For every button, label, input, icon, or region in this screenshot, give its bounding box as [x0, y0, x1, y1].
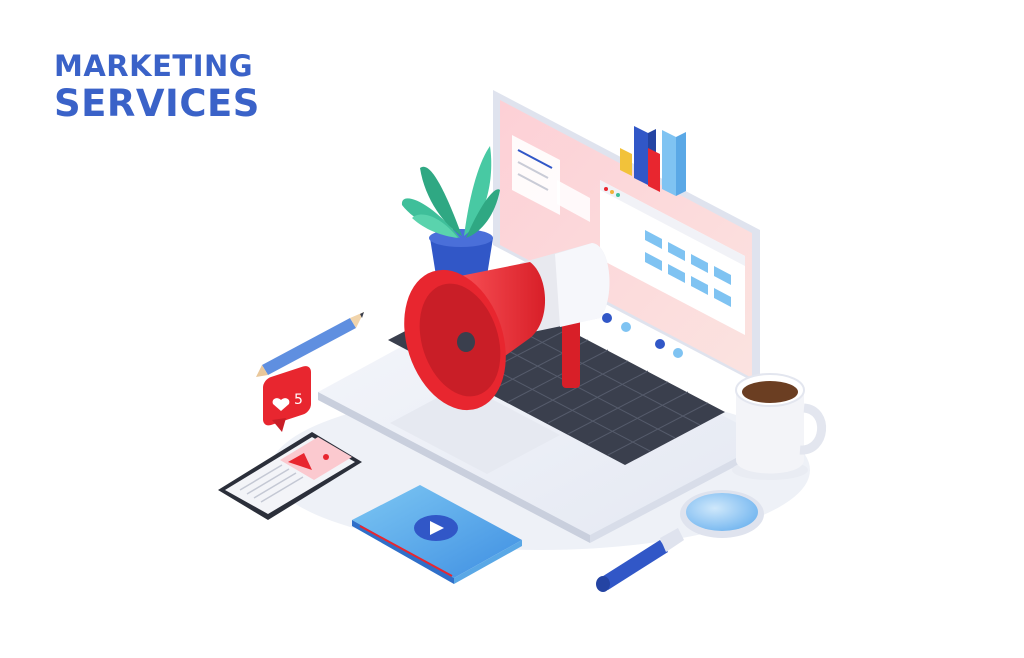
plant-icon — [401, 146, 500, 282]
marketing-illustration: MARKETING SERVICES 5 — [0, 0, 1024, 658]
like-notification: 5 — [263, 366, 311, 432]
like-count: 5 — [294, 392, 303, 408]
pencil-icon — [256, 312, 364, 377]
isometric-artwork: 5 — [218, 90, 826, 592]
